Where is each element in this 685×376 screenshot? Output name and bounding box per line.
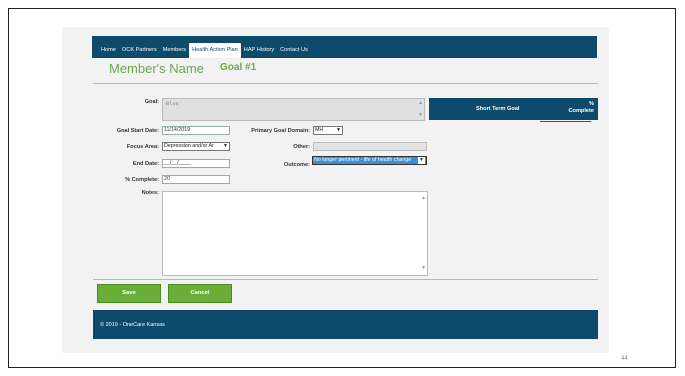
app-window: Home OCK Partners Members Health Action … bbox=[62, 27, 609, 353]
outcome-select[interactable]: No longer pertinent - life of health cha… bbox=[312, 156, 427, 165]
goal-start-date-field[interactable]: 11/14/2019 bbox=[162, 126, 230, 135]
percent-complete-label: % Complete: bbox=[125, 177, 159, 183]
chevron-down-icon: ▼ bbox=[223, 143, 228, 149]
short-term-goal-table-header: Short Term Goal % Complete bbox=[429, 98, 598, 120]
notes-scrollbar[interactable]: ▲ ▼ bbox=[419, 192, 427, 275]
percent-complete-field[interactable]: 20 bbox=[162, 175, 230, 184]
end-date-label: End Date: bbox=[132, 161, 159, 167]
end-date-field[interactable]: __/__/____ bbox=[162, 159, 230, 168]
footer: © 2019 - OneCare Kansas bbox=[93, 310, 598, 339]
nav-home[interactable]: Home bbox=[98, 47, 119, 58]
primary-goal-domain-select[interactable]: MH ▼ bbox=[313, 126, 343, 135]
goal-text: Blue bbox=[166, 101, 179, 107]
focus-area-value: Depression and/or Ar bbox=[164, 143, 214, 149]
nav-ock-partners[interactable]: OCK Partners bbox=[119, 47, 160, 58]
chevron-down-icon: ▼ bbox=[418, 157, 425, 164]
save-button[interactable]: Save bbox=[97, 284, 161, 303]
chevron-down-icon: ▼ bbox=[336, 127, 341, 133]
member-name-heading: Member's Name bbox=[109, 61, 204, 76]
other-field bbox=[313, 142, 427, 151]
nav-hap-history[interactable]: HAP History bbox=[241, 47, 277, 58]
notes-label: Notes: bbox=[141, 190, 159, 196]
other-label: Other: bbox=[293, 144, 310, 150]
goal-title: Goal #1 bbox=[220, 62, 257, 73]
nav-contact-us[interactable]: Contact Us bbox=[277, 47, 311, 58]
focus-area-select[interactable]: Depression and/or Ar ▼ bbox=[162, 142, 230, 151]
slide-page-number: 44 bbox=[621, 356, 628, 362]
divider-bottom bbox=[93, 279, 598, 280]
scroll-up-icon[interactable]: ▲ bbox=[418, 101, 423, 106]
percent-symbol: % bbox=[589, 101, 594, 107]
scroll-up-icon[interactable]: ▲ bbox=[421, 196, 426, 201]
top-navigation: Home OCK Partners Members Health Action … bbox=[92, 36, 597, 58]
scroll-down-icon[interactable]: ▼ bbox=[421, 266, 426, 271]
complete-word: Complete bbox=[568, 108, 595, 114]
copyright-text: © 2019 - OneCare Kansas bbox=[100, 322, 165, 328]
cancel-button[interactable]: Cancel bbox=[168, 284, 232, 303]
goal-start-date-label: Goal Start Date: bbox=[116, 128, 159, 134]
nav-members[interactable]: Members bbox=[160, 47, 189, 58]
notes-textarea[interactable]: ▲ ▼ bbox=[162, 191, 428, 276]
scroll-down-icon[interactable]: ▼ bbox=[418, 113, 423, 118]
primary-goal-domain-label: Primary Goal Domain: bbox=[251, 128, 310, 134]
goal-scrollbar[interactable]: ▲ ▼ bbox=[416, 99, 424, 120]
percent-complete-column-header: % Complete bbox=[569, 101, 595, 115]
goal-label: Goal: bbox=[144, 99, 159, 105]
divider-top bbox=[93, 83, 598, 84]
short-term-goal-column-header: Short Term Goal bbox=[476, 106, 520, 112]
outcome-value: No longer pertinent - life of health cha… bbox=[314, 157, 412, 163]
goal-textarea[interactable]: Blue ▲ ▼ bbox=[162, 98, 425, 121]
nav-health-action-plan[interactable]: Health Action Plan bbox=[189, 43, 241, 58]
primary-goal-domain-value: MH bbox=[315, 127, 324, 133]
outcome-label: Outcome: bbox=[283, 162, 310, 168]
focus-area-label: Focus Area: bbox=[126, 144, 159, 150]
